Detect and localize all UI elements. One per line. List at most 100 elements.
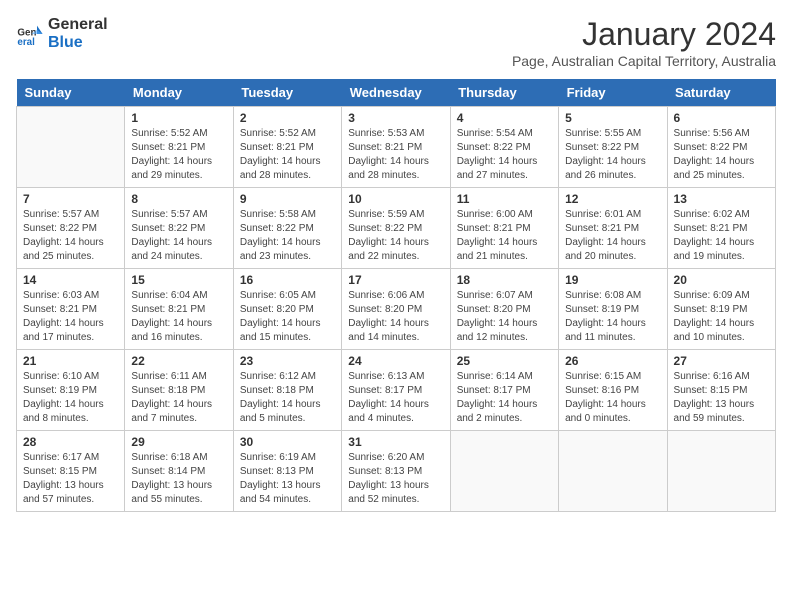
- calendar-cell: 19 Sunrise: 6:08 AM Sunset: 8:19 PM Dayli…: [559, 269, 667, 350]
- calendar-cell: 20 Sunrise: 6:09 AM Sunset: 8:19 PM Dayli…: [667, 269, 775, 350]
- day-info: Sunrise: 6:03 AM Sunset: 8:21 PM Dayligh…: [23, 289, 118, 345]
- day-number: 18: [457, 273, 552, 287]
- day-info: Sunrise: 6:11 AM Sunset: 8:18 PM Dayligh…: [131, 370, 226, 426]
- day-info: Sunrise: 5:57 AM Sunset: 8:22 PM Dayligh…: [131, 208, 226, 264]
- day-number: 16: [240, 273, 335, 287]
- day-header-wednesday: Wednesday: [342, 79, 450, 107]
- day-info: Sunrise: 6:04 AM Sunset: 8:21 PM Dayligh…: [131, 289, 226, 345]
- calendar-cell: 5 Sunrise: 5:55 AM Sunset: 8:22 PM Daylig…: [559, 107, 667, 188]
- day-info: Sunrise: 6:13 AM Sunset: 8:17 PM Dayligh…: [348, 370, 443, 426]
- day-number: 13: [674, 192, 769, 206]
- day-info: Sunrise: 5:53 AM Sunset: 8:21 PM Dayligh…: [348, 127, 443, 183]
- day-number: 17: [348, 273, 443, 287]
- calendar-cell: 12Sunrise: 6:01 AM Sunset: 8:21 PM Dayli…: [559, 188, 667, 269]
- day-number: 5: [565, 111, 660, 125]
- calendar-cell: 21Sunrise: 6:10 AM Sunset: 8:19 PM Dayli…: [17, 350, 125, 431]
- day-info: Sunrise: 5:52 AM Sunset: 8:21 PM Dayligh…: [131, 127, 226, 183]
- day-number: 25: [457, 354, 552, 368]
- calendar-cell: 17 Sunrise: 6:06 AM Sunset: 8:20 PM Dayli…: [342, 269, 450, 350]
- day-info: Sunrise: 6:19 AM Sunset: 8:13 PM Dayligh…: [240, 451, 335, 507]
- day-number: 6: [674, 111, 769, 125]
- day-info: Sunrise: 6:18 AM Sunset: 8:14 PM Dayligh…: [131, 451, 226, 507]
- day-number: 10: [348, 192, 443, 206]
- calendar-cell: 10 Sunrise: 5:59 AM Sunset: 8:22 PM Dayli…: [342, 188, 450, 269]
- day-info: Sunrise: 6:12 AM Sunset: 8:18 PM Dayligh…: [240, 370, 335, 426]
- calendar-cell: 16 Sunrise: 6:05 AM Sunset: 8:20 PM Dayli…: [233, 269, 341, 350]
- day-info: Sunrise: 5:52 AM Sunset: 8:21 PM Dayligh…: [240, 127, 335, 183]
- day-info: Sunrise: 5:59 AM Sunset: 8:22 PM Dayligh…: [348, 208, 443, 264]
- page-title: January 2024: [512, 16, 776, 53]
- day-number: 24: [348, 354, 443, 368]
- day-info: Sunrise: 6:08 AM Sunset: 8:19 PM Dayligh…: [565, 289, 660, 345]
- calendar-cell: 18Sunrise: 6:07 AM Sunset: 8:20 PM Dayli…: [450, 269, 558, 350]
- day-info: Sunrise: 5:54 AM Sunset: 8:22 PM Dayligh…: [457, 127, 552, 183]
- day-info: Sunrise: 6:20 AM Sunset: 8:13 PM Dayligh…: [348, 451, 443, 507]
- day-number: 8: [131, 192, 226, 206]
- calendar-header: SundayMondayTuesdayWednesdayThursdayFrid…: [17, 79, 776, 107]
- day-number: 2: [240, 111, 335, 125]
- day-number: 7: [23, 192, 118, 206]
- day-info: Sunrise: 6:17 AM Sunset: 8:15 PM Dayligh…: [23, 451, 118, 507]
- logo-line1: General: [48, 16, 108, 34]
- day-header-tuesday: Tuesday: [233, 79, 341, 107]
- calendar-cell: [450, 431, 558, 512]
- calendar-cell: 23 Sunrise: 6:12 AM Sunset: 8:18 PM Dayli…: [233, 350, 341, 431]
- calendar-body: 1 Sunrise: 5:52 AM Sunset: 8:21 PM Daylig…: [17, 107, 776, 512]
- day-info: Sunrise: 5:58 AM Sunset: 8:22 PM Dayligh…: [240, 208, 335, 264]
- day-number: 29: [131, 435, 226, 449]
- logo-line2: Blue: [48, 34, 108, 52]
- calendar-cell: 2 Sunrise: 5:52 AM Sunset: 8:21 PM Daylig…: [233, 107, 341, 188]
- day-number: 14: [23, 273, 118, 287]
- calendar-cell: [667, 431, 775, 512]
- day-header-saturday: Saturday: [667, 79, 775, 107]
- day-number: 4: [457, 111, 552, 125]
- day-number: 30: [240, 435, 335, 449]
- calendar-cell: 15 Sunrise: 6:04 AM Sunset: 8:21 PM Dayli…: [125, 269, 233, 350]
- calendar-week-2: 7 Sunrise: 5:57 AM Sunset: 8:22 PM Daylig…: [17, 188, 776, 269]
- day-number: 3: [348, 111, 443, 125]
- day-number: 12: [565, 192, 660, 206]
- day-number: 11: [457, 192, 552, 206]
- day-info: Sunrise: 6:05 AM Sunset: 8:20 PM Dayligh…: [240, 289, 335, 345]
- svg-text:eral: eral: [17, 37, 35, 48]
- day-number: 20: [674, 273, 769, 287]
- logo-icon: Gen eral: [16, 20, 44, 48]
- calendar-cell: 1 Sunrise: 5:52 AM Sunset: 8:21 PM Daylig…: [125, 107, 233, 188]
- calendar-cell: 3 Sunrise: 5:53 AM Sunset: 8:21 PM Daylig…: [342, 107, 450, 188]
- calendar-cell: 24 Sunrise: 6:13 AM Sunset: 8:17 PM Dayli…: [342, 350, 450, 431]
- calendar-table: SundayMondayTuesdayWednesdayThursdayFrid…: [16, 79, 776, 512]
- calendar-cell: 6 Sunrise: 5:56 AM Sunset: 8:22 PM Daylig…: [667, 107, 775, 188]
- calendar-cell: 26 Sunrise: 6:15 AM Sunset: 8:16 PM Dayli…: [559, 350, 667, 431]
- day-info: Sunrise: 6:15 AM Sunset: 8:16 PM Dayligh…: [565, 370, 660, 426]
- day-info: Sunrise: 6:16 AM Sunset: 8:15 PM Dayligh…: [674, 370, 769, 426]
- calendar-cell: 13Sunrise: 6:02 AM Sunset: 8:21 PM Dayli…: [667, 188, 775, 269]
- calendar-cell: 22 Sunrise: 6:11 AM Sunset: 8:18 PM Dayli…: [125, 350, 233, 431]
- day-number: 23: [240, 354, 335, 368]
- day-number: 9: [240, 192, 335, 206]
- day-number: 28: [23, 435, 118, 449]
- calendar-cell: 28 Sunrise: 6:17 AM Sunset: 8:15 PM Dayli…: [17, 431, 125, 512]
- day-number: 22: [131, 354, 226, 368]
- day-number: 21: [23, 354, 118, 368]
- day-info: Sunrise: 5:57 AM Sunset: 8:22 PM Dayligh…: [23, 208, 118, 264]
- day-info: Sunrise: 5:56 AM Sunset: 8:22 PM Dayligh…: [674, 127, 769, 183]
- day-info: Sunrise: 6:09 AM Sunset: 8:19 PM Dayligh…: [674, 289, 769, 345]
- day-info: Sunrise: 6:00 AM Sunset: 8:21 PM Dayligh…: [457, 208, 552, 264]
- calendar-cell: 31 Sunrise: 6:20 AM Sunset: 8:13 PM Dayli…: [342, 431, 450, 512]
- calendar-cell: 8 Sunrise: 5:57 AM Sunset: 8:22 PM Daylig…: [125, 188, 233, 269]
- day-info: Sunrise: 6:14 AM Sunset: 8:17 PM Dayligh…: [457, 370, 552, 426]
- day-header-sunday: Sunday: [17, 79, 125, 107]
- calendar-cell: 29 Sunrise: 6:18 AM Sunset: 8:14 PM Dayli…: [125, 431, 233, 512]
- day-info: Sunrise: 5:55 AM Sunset: 8:22 PM Dayligh…: [565, 127, 660, 183]
- calendar-cell: 27Sunrise: 6:16 AM Sunset: 8:15 PM Dayli…: [667, 350, 775, 431]
- day-number: 26: [565, 354, 660, 368]
- day-info: Sunrise: 6:06 AM Sunset: 8:20 PM Dayligh…: [348, 289, 443, 345]
- day-number: 1: [131, 111, 226, 125]
- day-number: 31: [348, 435, 443, 449]
- calendar-week-1: 1 Sunrise: 5:52 AM Sunset: 8:21 PM Daylig…: [17, 107, 776, 188]
- page-subtitle: Page, Australian Capital Territory, Aust…: [512, 53, 776, 69]
- day-header-monday: Monday: [125, 79, 233, 107]
- day-number: 15: [131, 273, 226, 287]
- day-number: 19: [565, 273, 660, 287]
- logo: Gen eral General Blue: [16, 16, 108, 51]
